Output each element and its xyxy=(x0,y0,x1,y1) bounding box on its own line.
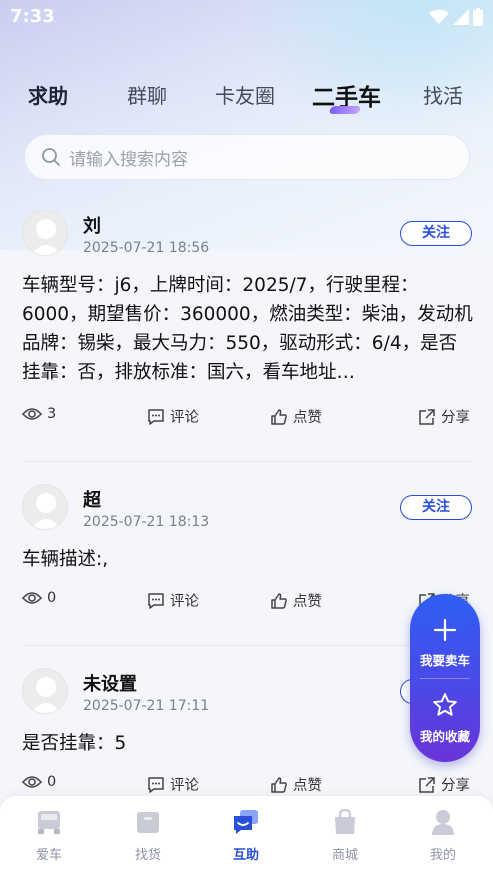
views-value: 3 xyxy=(47,406,57,422)
like-button[interactable]: 点赞 xyxy=(270,406,322,427)
nav-label: 爱车 xyxy=(35,848,62,863)
post-time: 2025-07-21 18:13 xyxy=(83,514,210,530)
comment-label: 评论 xyxy=(170,410,199,426)
my-favorites-label: 我的收藏 xyxy=(419,729,470,744)
post-actions: 3 评论 点赞 分享 xyxy=(22,406,474,430)
comment-button[interactable]: 评论 xyxy=(147,774,199,795)
default-avatar-icon xyxy=(31,493,61,529)
chat-icon xyxy=(234,810,258,834)
comment-button[interactable]: 评论 xyxy=(147,406,199,427)
post-content[interactable]: 车辆描述:, xyxy=(22,545,474,574)
share-icon xyxy=(419,776,435,793)
author-name[interactable]: 超 xyxy=(83,486,101,512)
search-placeholder: 请输入搜索内容 xyxy=(69,149,188,170)
thumbs-up-icon xyxy=(271,408,287,425)
like-label: 点赞 xyxy=(293,778,322,794)
nav-item-mutual-help[interactable]: 互助 xyxy=(216,808,276,863)
follow-button[interactable]: 关注 xyxy=(400,495,472,520)
nav-label: 找货 xyxy=(134,848,161,863)
nav-label: 我的 xyxy=(429,848,456,863)
tab-find-work[interactable]: 找活 xyxy=(423,80,463,109)
status-icons xyxy=(429,8,483,26)
like-label: 点赞 xyxy=(293,410,322,426)
box-icon xyxy=(137,812,159,833)
views-value: 0 xyxy=(47,774,57,790)
my-favorites-button[interactable]: 我的收藏 xyxy=(410,692,480,745)
comment-label: 评论 xyxy=(170,778,199,794)
tab-help[interactable]: 求助 xyxy=(28,80,68,109)
like-button[interactable]: 点赞 xyxy=(270,590,322,611)
eye-icon xyxy=(22,408,42,420)
comment-icon xyxy=(148,408,164,425)
share-button[interactable]: 分享 xyxy=(418,406,470,427)
signal-icon xyxy=(453,9,469,25)
shopping-bag-icon xyxy=(335,808,355,834)
post-actions: 0 评论 点赞 分享 xyxy=(22,590,474,614)
bottom-navigation: 爱车 找货 互助 商城 我的 xyxy=(0,796,493,878)
tab-truck-friends[interactable]: 卡友圈 xyxy=(215,80,275,109)
avatar[interactable] xyxy=(22,210,68,256)
status-time: 7:33 xyxy=(10,6,55,27)
nav-item-mall[interactable]: 商城 xyxy=(315,808,375,863)
post-content[interactable]: 是否挂靠：5 xyxy=(22,729,474,758)
sell-car-button[interactable]: 我要卖车 xyxy=(410,618,480,669)
active-tab-indicator xyxy=(328,106,362,114)
avatar[interactable] xyxy=(22,668,68,714)
plus-icon xyxy=(433,618,457,642)
comment-icon xyxy=(148,592,164,609)
search-input[interactable]: 请输入搜索内容 xyxy=(24,134,470,180)
post-time: 2025-07-21 17:11 xyxy=(83,698,210,714)
user-icon xyxy=(432,810,454,835)
thumbs-up-icon xyxy=(271,592,287,609)
share-button[interactable]: 分享 xyxy=(418,774,470,795)
divider xyxy=(22,461,474,462)
eye-icon xyxy=(22,592,42,604)
battery-icon xyxy=(473,8,483,26)
nav-item-my-car[interactable]: 爱车 xyxy=(19,808,79,863)
nav-item-mine[interactable]: 我的 xyxy=(413,808,473,863)
floating-action-group: 我要卖车 我的收藏 xyxy=(410,594,480,762)
fab-divider xyxy=(420,678,470,679)
views-value: 0 xyxy=(47,590,57,606)
follow-button[interactable]: 关注 xyxy=(400,221,472,246)
share-label: 分享 xyxy=(441,778,470,794)
post-content[interactable]: 车辆型号：j6，上牌时间：2025/7，行驶里程：6000，期望售价：36000… xyxy=(22,271,474,387)
default-avatar-icon xyxy=(31,219,61,255)
category-tabs: 求助 群聊 卡友圈 二手车 找活 xyxy=(0,70,493,120)
like-label: 点赞 xyxy=(293,594,322,610)
thumbs-up-icon xyxy=(271,776,287,793)
like-button[interactable]: 点赞 xyxy=(270,774,322,795)
share-icon xyxy=(419,408,435,425)
comment-label: 评论 xyxy=(170,594,199,610)
views-count: 3 xyxy=(22,406,56,422)
views-count: 0 xyxy=(22,774,56,790)
avatar[interactable] xyxy=(22,484,68,530)
status-bar: 7:33 xyxy=(0,0,493,34)
nav-label: 互助 xyxy=(232,848,259,863)
wifi-icon xyxy=(429,9,449,24)
truck-icon xyxy=(38,811,60,834)
divider xyxy=(22,645,474,646)
search-icon xyxy=(42,148,60,166)
nav-label: 商城 xyxy=(331,848,358,863)
comment-button[interactable]: 评论 xyxy=(147,590,199,611)
default-avatar-icon xyxy=(31,677,61,713)
author-name[interactable]: 刘 xyxy=(83,212,101,238)
eye-icon xyxy=(22,776,42,788)
views-count: 0 xyxy=(22,590,56,606)
share-label: 分享 xyxy=(441,410,470,426)
nav-item-find-cargo[interactable]: 找货 xyxy=(118,808,178,863)
post-time: 2025-07-21 18:56 xyxy=(83,240,210,256)
post-actions: 0 评论 点赞 分享 xyxy=(22,774,474,798)
star-icon xyxy=(433,693,457,716)
author-name[interactable]: 未设置 xyxy=(83,670,137,696)
tab-group-chat[interactable]: 群聊 xyxy=(127,80,167,109)
comment-icon xyxy=(148,776,164,793)
sell-car-label: 我要卖车 xyxy=(419,653,470,668)
